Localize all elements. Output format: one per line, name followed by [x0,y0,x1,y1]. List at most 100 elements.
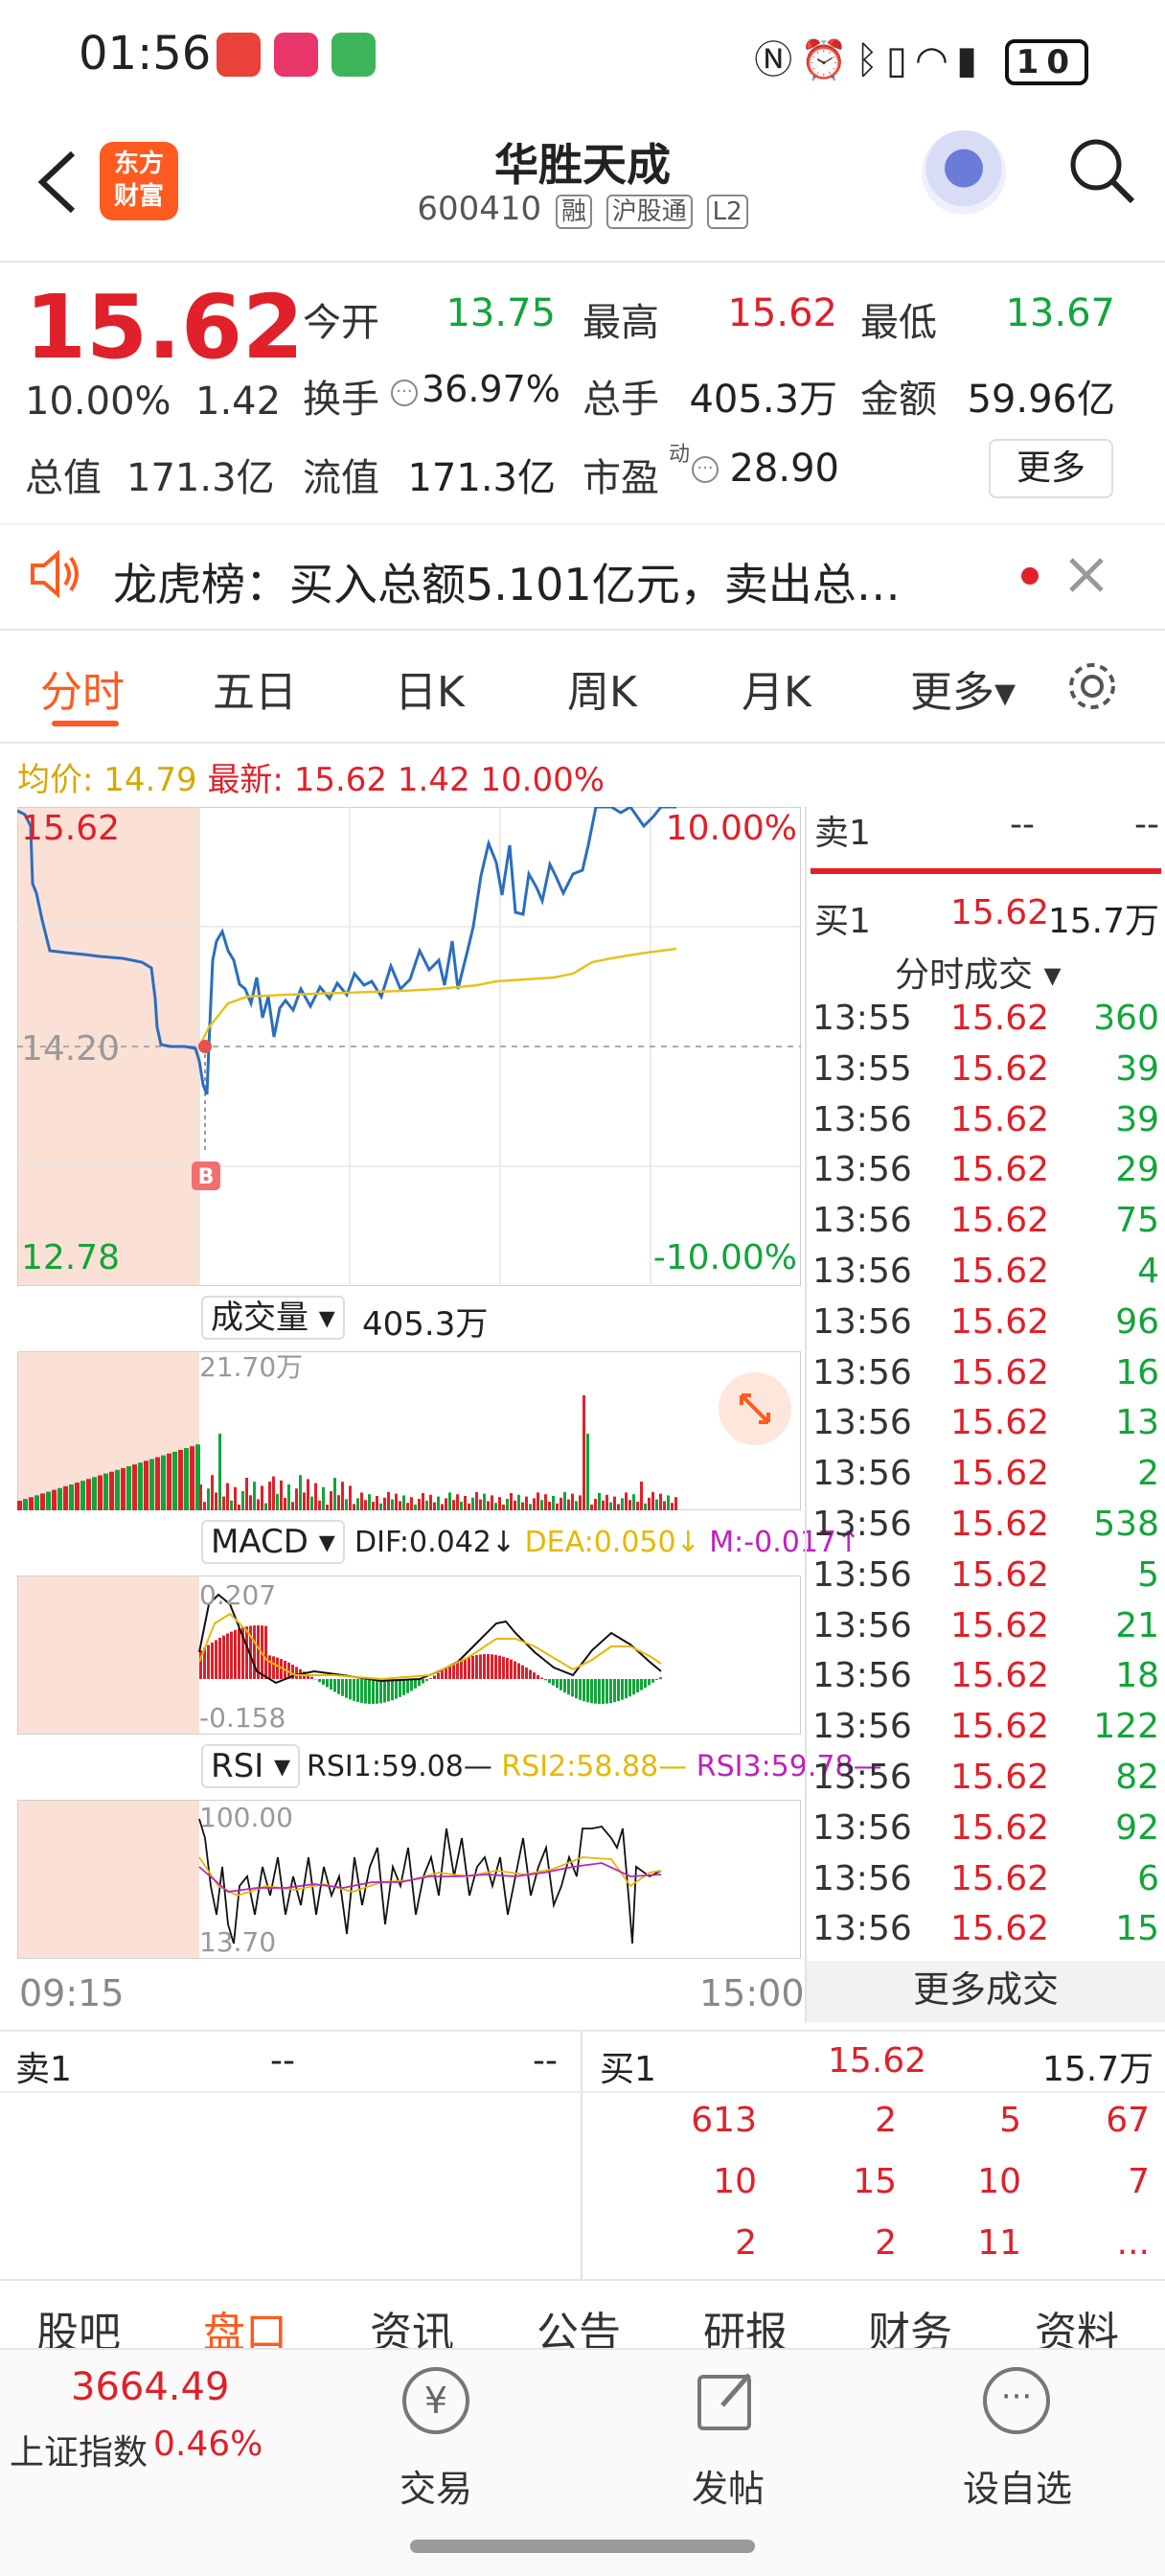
volume-bar [226,1483,229,1510]
macd-bar [517,1663,520,1679]
volume-indicator-selector[interactable]: 成交量 ▾ [201,1296,345,1340]
tab-intraday[interactable]: 分时 [40,657,125,719]
volume-bar [406,1503,409,1510]
dragon-tiger-notice[interactable]: 龙虎榜：买入总额5.101亿元，卖出总… [0,525,1165,629]
yuan-trade-icon[interactable]: ¥ [402,2367,469,2434]
tick-price: 15.62 [950,1707,1050,1747]
tag-margin: 融 [555,195,592,229]
macd-bar [376,1679,378,1704]
macd-bar [391,1679,394,1701]
tick-price: 15.62 [950,1150,1050,1190]
open-value: 13.75 [445,291,556,335]
macd-bar [399,1679,401,1697]
volume-bar [318,1500,321,1510]
tick-price: 15.62 [950,1656,1050,1696]
volume-bar [598,1493,601,1510]
tick-time: 13:56 [812,1454,912,1494]
trade-button[interactable]: 交易 [359,2459,513,2512]
macd-bar [602,1679,605,1704]
volume-bar [333,1478,336,1510]
volume-bar [429,1494,432,1510]
tick-price: 15.62 [950,1048,1050,1089]
macd-bar [406,1679,409,1693]
volume-bar [310,1496,313,1510]
macd-bar [429,1678,432,1679]
index-name[interactable]: 上证指数 [10,2425,148,2474]
ticks-title[interactable]: 分时成交 ▾ [895,947,1062,997]
volume-bar [609,1502,612,1510]
high-value: 15.62 [727,291,837,335]
volume-bar [23,1499,28,1510]
ob-buy1-label: 买1 [600,2050,656,2089]
macd-bar [502,1656,505,1679]
more-dots-icon[interactable]: ··· [983,2367,1050,2434]
volume-bar [372,1502,375,1510]
tick-volume: 96 [1115,1301,1159,1342]
macd-bar [452,1663,455,1679]
gear-icon[interactable] [1063,657,1121,715]
app-gallery-icon [274,33,318,77]
tab-five-day[interactable]: 五日 [213,657,297,719]
search-icon[interactable] [1065,134,1138,207]
volume-bar [613,1496,616,1510]
tick-time: 13:56 [812,1807,912,1848]
tick-price: 15.62 [950,1605,1050,1645]
more-ticks-button[interactable]: 更多成交 [807,1961,1165,2022]
tick-time: 13:55 [812,1048,912,1089]
volume-bar [138,1462,143,1510]
macd-bar [345,1679,348,1698]
macd-selector[interactable]: MACD ▾ [201,1520,345,1564]
rsi-chart[interactable]: 100.00 13.70 [17,1800,801,1959]
volume-bar [456,1494,459,1510]
volume-bar [264,1503,267,1510]
close-icon[interactable] [1065,554,1108,596]
tick-time: 13:56 [812,1858,912,1898]
rsi-selector[interactable]: RSI ▾ [201,1744,301,1788]
edit-post-icon[interactable] [694,2367,761,2434]
more-quote-button[interactable]: 更多 [989,439,1113,498]
volume-bar [418,1499,421,1510]
volume-bar [222,1496,225,1510]
volume-bar [132,1464,137,1510]
tab-more[interactable]: 更多▾ [910,657,1016,719]
macd-bar [625,1679,628,1699]
mktcap-label: 总值 [25,456,102,500]
tag-connect: 沪股通 [605,195,693,229]
macd-bar [605,1679,608,1704]
volume-bar [448,1492,451,1510]
tick-row: 13:56 15.62 13 [807,1403,1165,1454]
orderbook-divider [581,2032,582,2279]
tab-day-k[interactable]: 日K [395,657,465,719]
macd-chart[interactable]: 0.207 -0.158 [17,1576,801,1735]
post-button[interactable]: 发帖 [651,2459,805,2512]
pe-info-icon[interactable]: ··· [692,456,719,483]
volume-bar [52,1489,57,1510]
macd-bar [548,1679,551,1683]
volume-bar [322,1486,325,1510]
tick-time: 13:56 [812,1909,912,1949]
volume-bar [207,1488,210,1510]
volume-chart[interactable]: 21.70万 [17,1351,801,1510]
info-icon[interactable]: ··· [391,380,418,406]
macd-bar [422,1679,424,1684]
volume-bar [337,1495,340,1510]
divider [0,742,1165,744]
tick-volume: 4 [1137,1252,1159,1291]
wifi-icon: ◠ [915,38,956,82]
tab-month-k[interactable]: 月K [742,657,811,719]
volume-bar [644,1503,647,1510]
volume-bar [234,1486,237,1510]
tick-volume: 75 [1115,1201,1159,1241]
robot-assistant-avatar[interactable] [922,130,1006,215]
side-sell1-price: -- [1010,805,1035,844]
tick-row: 13:56 15.62 122 [807,1707,1165,1758]
macd-bar [222,1635,225,1679]
add-watchlist-button[interactable]: 设自选 [941,2459,1094,2512]
intraday-price-chart[interactable]: B 15.62 14.20 12.78 10.00% -10.00% [17,807,801,1286]
tick-time: 13:56 [812,1605,912,1645]
macd-bar [525,1668,528,1679]
volume-bar [605,1494,608,1510]
index-value[interactable]: 3664.49 [71,2365,229,2409]
macd-bar [341,1679,344,1696]
tab-week-k[interactable]: 周K [567,657,637,719]
